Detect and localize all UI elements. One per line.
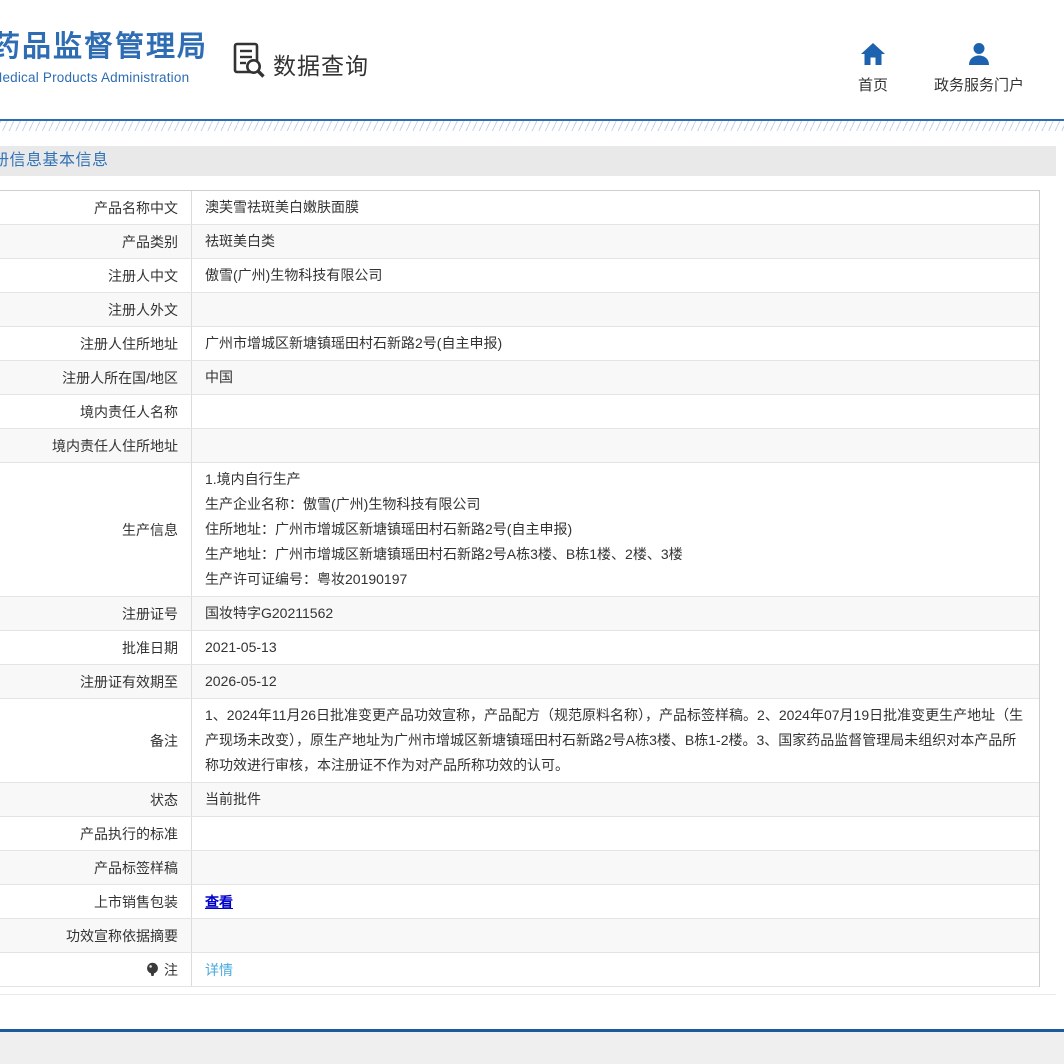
row-value: 1.境内自行生产 生产企业名称：傲雪(广州)生物科技有限公司 住所地址：广州市增…	[192, 463, 1039, 596]
row-label: 注册证号	[0, 597, 192, 630]
page-footer	[0, 1029, 1064, 1064]
info-table: 产品名称中文澳芙雪祛斑美白嫩肤面膜产品类别祛斑美白类注册人中文傲雪(广州)生物科…	[0, 190, 1040, 987]
table-bottom-rule	[0, 987, 1056, 995]
row-label: 产品标签样稿	[0, 851, 192, 884]
data-query-tab[interactable]: 数据查询	[232, 42, 369, 85]
row-label: 功效宣称依据摘要	[0, 919, 192, 952]
row-label: 注册证有效期至	[0, 665, 192, 698]
row-label: 境内责任人住所地址	[0, 429, 192, 462]
document-search-icon	[232, 42, 266, 85]
table-row: 注册证有效期至2026-05-12	[0, 665, 1039, 699]
table-row: 生产信息1.境内自行生产 生产企业名称：傲雪(广州)生物科技有限公司 住所地址：…	[0, 463, 1039, 597]
home-icon	[858, 40, 888, 66]
table-row: 境内责任人住所地址	[0, 429, 1039, 463]
row-label: 注	[0, 953, 192, 986]
row-value: 2026-05-12	[192, 665, 1039, 698]
table-row: 产品名称中文澳芙雪祛斑美白嫩肤面膜	[0, 191, 1039, 225]
header-nav: 首页 政务服务门户	[858, 40, 1024, 95]
row-value: 傲雪(广州)生物科技有限公司	[192, 259, 1039, 292]
table-row: 注册人外文	[0, 293, 1039, 327]
table-row: 产品标签样稿	[0, 851, 1039, 885]
row-label: 生产信息	[0, 463, 192, 596]
section-title-bar: 册信息基本信息	[0, 146, 1056, 176]
row-value: 国妆特字G20211562	[192, 597, 1039, 630]
table-row: 注册人住所地址广州市增城区新塘镇瑶田村石新路2号(自主申报)	[0, 327, 1039, 361]
row-value: 1、2024年11月26日批准变更产品功效宣称，产品配方（规范原料名称），产品标…	[192, 699, 1039, 782]
site-logo: 药品监督管理局 Medical Products Administration	[0, 30, 208, 85]
header-hatch-band	[0, 121, 1064, 131]
row-value	[192, 293, 1039, 326]
footer-background	[0, 1032, 1064, 1064]
table-row: 注册证号国妆特字G20211562	[0, 597, 1039, 631]
row-value: 2021-05-13	[192, 631, 1039, 664]
row-label: 产品类别	[0, 225, 192, 258]
row-value: 广州市增城区新塘镇瑶田村石新路2号(自主申报)	[192, 327, 1039, 360]
row-value	[192, 817, 1039, 850]
row-label: 注册人中文	[0, 259, 192, 292]
row-label: 产品名称中文	[0, 191, 192, 224]
row-label: 批准日期	[0, 631, 192, 664]
row-label: 状态	[0, 783, 192, 816]
note-icon	[146, 962, 159, 978]
row-value	[192, 395, 1039, 428]
view-packaging-link[interactable]: 查看	[205, 892, 233, 912]
nav-home-label: 首页	[858, 74, 888, 95]
row-value: 详情	[192, 953, 1039, 986]
page-header: 药品监督管理局 Medical Products Administration …	[0, 0, 1064, 119]
row-label: 注册人住所地址	[0, 327, 192, 360]
row-value	[192, 919, 1039, 952]
row-value	[192, 851, 1039, 884]
table-row: 状态当前批件	[0, 783, 1039, 817]
note-details-link[interactable]: 详情	[205, 960, 233, 980]
table-row: 注册人中文傲雪(广州)生物科技有限公司	[0, 259, 1039, 293]
row-label: 注册人所在国/地区	[0, 361, 192, 394]
row-label: 上市销售包装	[0, 885, 192, 918]
nav-gov-portal[interactable]: 政务服务门户	[934, 40, 1024, 95]
user-icon	[934, 40, 1024, 66]
table-row: 注册人所在国/地区中国	[0, 361, 1039, 395]
row-value: 祛斑美白类	[192, 225, 1039, 258]
table-row: 批准日期2021-05-13	[0, 631, 1039, 665]
logo-title-cn: 药品监督管理局	[0, 30, 208, 64]
data-query-label: 数据查询	[273, 47, 369, 81]
table-row: 上市销售包装查看	[0, 885, 1039, 919]
table-row: 产品执行的标准	[0, 817, 1039, 851]
table-row: 境内责任人名称	[0, 395, 1039, 429]
row-label: 备注	[0, 699, 192, 782]
row-label: 境内责任人名称	[0, 395, 192, 428]
row-label: 产品执行的标准	[0, 817, 192, 850]
logo-title-en: Medical Products Administration	[0, 70, 208, 85]
table-row: 产品类别祛斑美白类	[0, 225, 1039, 259]
row-value: 澳芙雪祛斑美白嫩肤面膜	[192, 191, 1039, 224]
row-value	[192, 429, 1039, 462]
table-row: 备注1、2024年11月26日批准变更产品功效宣称，产品配方（规范原料名称），产…	[0, 699, 1039, 783]
row-value: 当前批件	[192, 783, 1039, 816]
nav-home[interactable]: 首页	[858, 40, 888, 95]
row-value: 中国	[192, 361, 1039, 394]
table-row: 注详情	[0, 953, 1039, 987]
row-label: 注册人外文	[0, 293, 192, 326]
section-title: 册信息基本信息	[0, 152, 109, 169]
nav-gov-portal-label: 政务服务门户	[934, 74, 1024, 95]
table-row: 功效宣称依据摘要	[0, 919, 1039, 953]
row-value: 查看	[192, 885, 1039, 918]
